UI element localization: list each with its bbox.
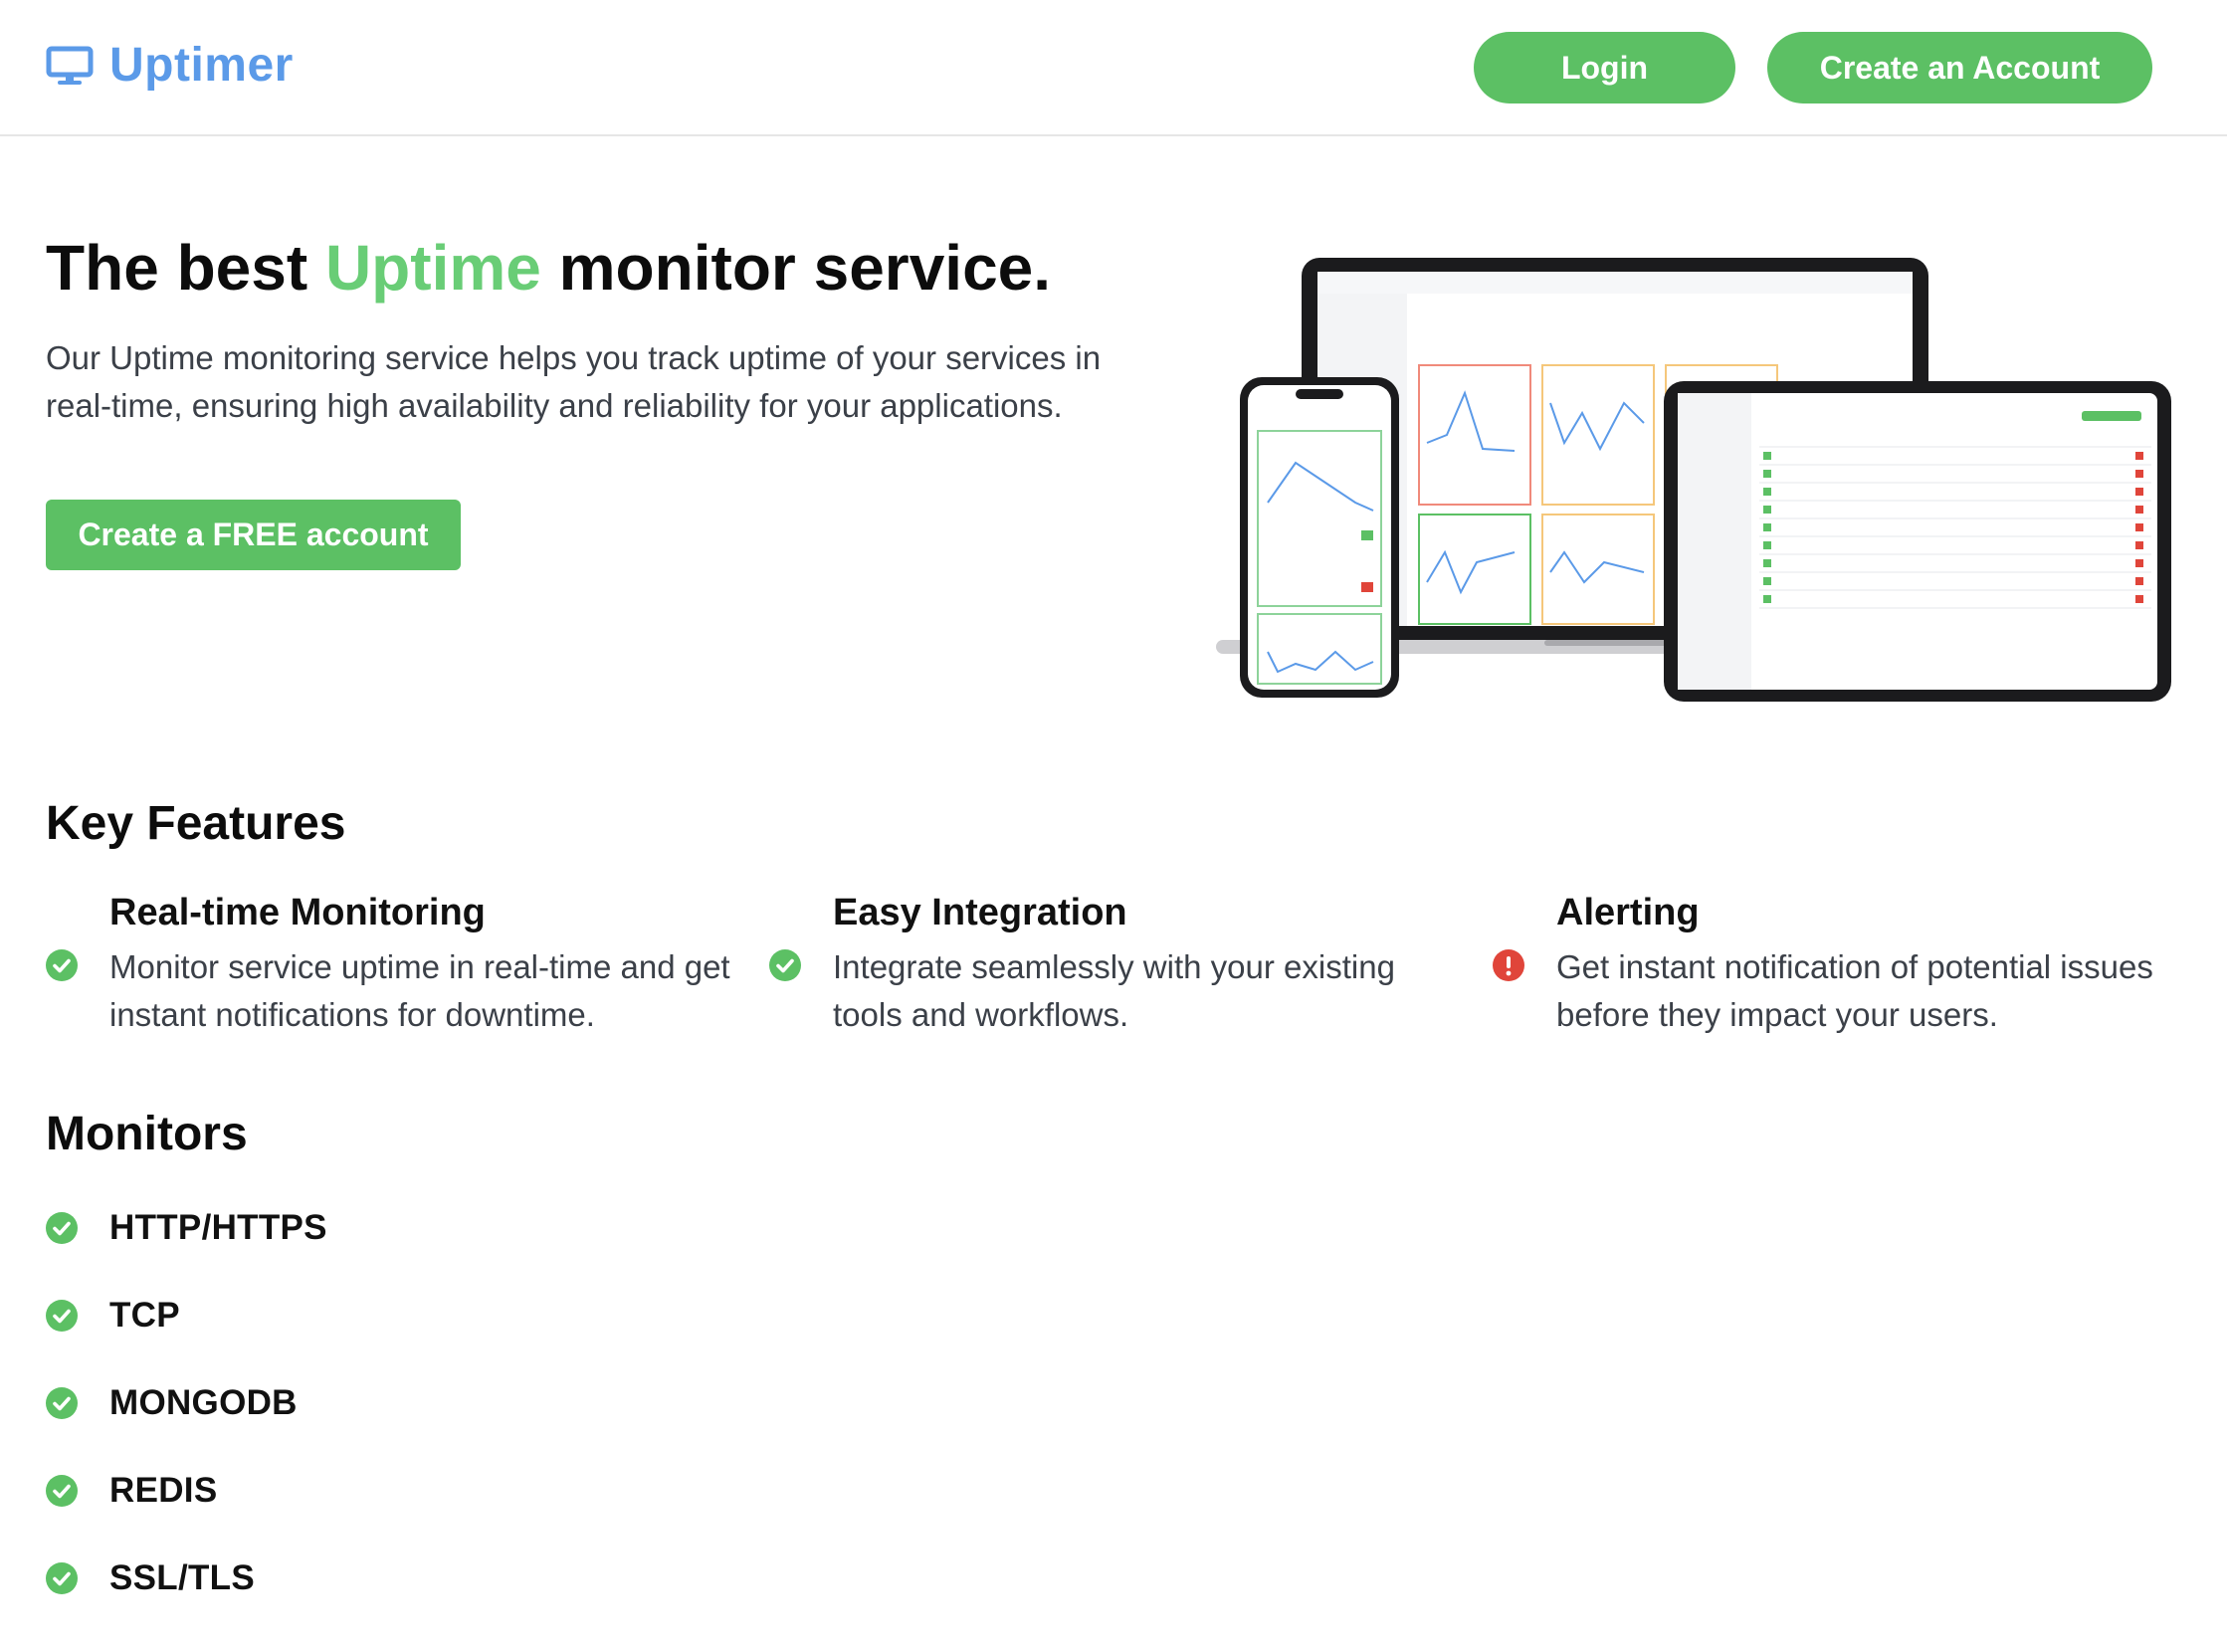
- monitor-label: TCP: [109, 1296, 180, 1335]
- monitor-item-http: HTTP/HTTPS: [46, 1208, 327, 1248]
- hero-title-start: The best: [46, 232, 325, 304]
- feature-description: Integrate seamlessly with your existing …: [833, 948, 1395, 1033]
- hero-description: Our Uptime monitoring service helps you …: [46, 339, 1102, 424]
- create-free-account-button[interactable]: Create a FREE account: [46, 500, 461, 570]
- check-circle-icon: [46, 1387, 78, 1419]
- monitor-item-mongodb: MONGODB: [46, 1383, 298, 1423]
- create-account-button[interactable]: Create an Account: [1767, 32, 2152, 103]
- feature-title: Real-time Monitoring: [109, 892, 486, 933]
- key-features-title: Key Features: [46, 797, 346, 850]
- hero-title-accent: Uptime: [324, 232, 541, 304]
- feature-title: Easy Integration: [833, 892, 1127, 933]
- monitor-item-redis: REDIS: [46, 1471, 217, 1511]
- monitors-title: Monitors: [46, 1108, 248, 1160]
- monitor-icon: [46, 46, 94, 85]
- alert-circle-icon: [1493, 949, 1524, 981]
- feature-description: Get instant notification of potential is…: [1556, 948, 2153, 1033]
- feature-description: Monitor service uptime in real-time and …: [109, 948, 730, 1033]
- monitor-label: HTTP/HTTPS: [109, 1208, 327, 1247]
- brand-name: Uptimer: [109, 39, 294, 92]
- check-circle-icon: [46, 1300, 78, 1332]
- monitor-label: REDIS: [109, 1471, 218, 1510]
- check-circle-icon: [46, 1562, 78, 1594]
- feature-title: Alerting: [1556, 892, 1700, 933]
- check-circle-icon: [46, 1475, 78, 1507]
- monitor-item-tcp: TCP: [46, 1296, 180, 1336]
- tablet-image: [1664, 381, 2171, 702]
- monitor-label: SSL/TLS: [109, 1558, 255, 1597]
- monitor-item-ssl-tls: SSL/TLS: [46, 1558, 255, 1598]
- phone-image: [1240, 377, 1399, 698]
- check-circle-icon: [46, 1212, 78, 1244]
- hero-title: The best Uptime monitor service.: [46, 231, 1051, 305]
- devices-illustration: [1216, 258, 2171, 702]
- site-header: Uptimer Login Create an Account: [0, 0, 2227, 136]
- monitor-label: MONGODB: [109, 1383, 298, 1422]
- login-button[interactable]: Login: [1474, 32, 1735, 103]
- check-circle-icon: [769, 949, 801, 981]
- check-circle-icon: [46, 949, 78, 981]
- brand-logo[interactable]: Uptimer: [46, 38, 294, 93]
- hero-title-end: monitor service.: [540, 232, 1052, 304]
